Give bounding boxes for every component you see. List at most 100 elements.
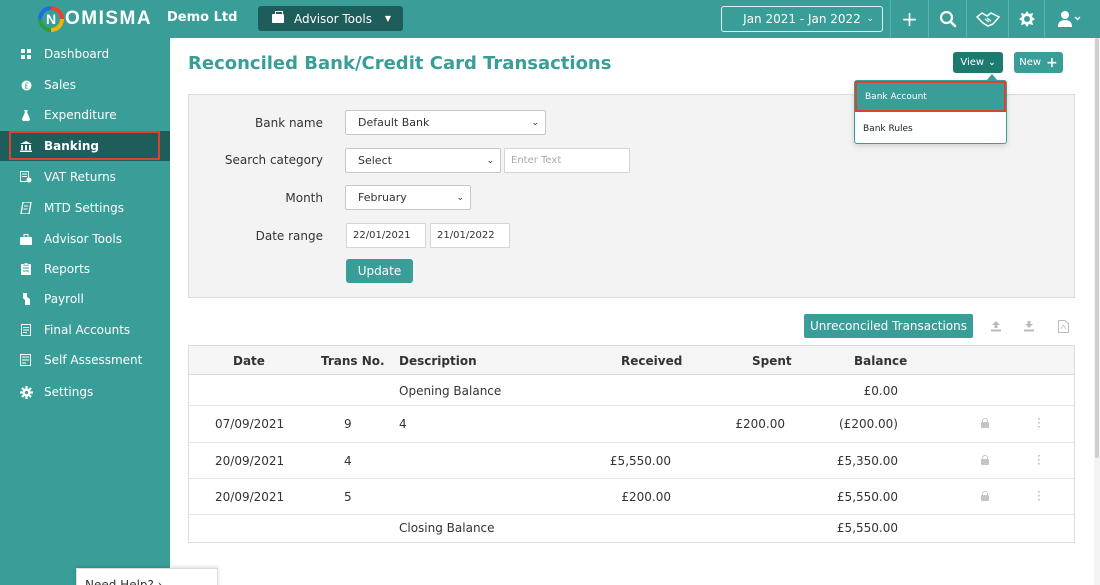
reports-icon [19,262,33,276]
col-balance: Balance [854,354,908,368]
nomisma-logo[interactable]: N OMISMA [38,5,152,33]
sidebar-item-advisor-tools[interactable]: Advisor Tools [0,224,170,254]
page-scrollbar[interactable] [1094,38,1100,585]
scrollbar-thumb[interactable] [1095,38,1099,458]
sidebar-item-label: Advisor Tools [44,232,122,246]
col-spent: Spent [752,354,792,368]
top-bar: N OMISMA Demo Ltd Advisor Tools ▼ Jan 20… [0,0,1100,38]
chevron-down-icon: ⌄ [866,14,874,24]
sidebar-item-payroll[interactable]: Payroll [0,284,170,314]
sidebar-item-final-accounts[interactable]: Final Accounts [0,315,170,345]
cell-trans-no[interactable]: 5 [344,490,352,504]
cell-date: 20/09/2021 [215,454,285,468]
sidebar-item-label: Final Accounts [44,323,131,337]
date-from-input[interactable]: 22/01/2021 [346,223,426,248]
cell-spent: £200.00 [735,417,785,431]
chevron-down-icon: ⌄ [988,57,996,68]
col-received: Received [621,354,683,368]
unreconciled-transactions-button[interactable]: Unreconciled Transactions [804,314,973,338]
sidebar-item-label: Reports [44,262,91,276]
payroll-icon [19,292,33,306]
sidebar-item-reports[interactable]: Reports [0,254,170,284]
opening-balance: £0.00 [863,384,898,398]
search-icon[interactable] [928,0,966,38]
month-label: Month [285,191,323,205]
cell-trans-no[interactable]: 4 [344,454,352,468]
bank-name-value: Default Bank [358,116,430,129]
col-description: Description [399,354,477,368]
advisor-tools-button[interactable]: Advisor Tools ▼ [258,6,403,31]
sidebar-item-dashboard[interactable]: Dashboard [0,39,170,69]
briefcase-icon [19,232,33,246]
col-trans-no: Trans No. [321,354,385,368]
date-to-input[interactable]: 21/01/2022 [430,223,510,248]
cell-date: 20/09/2021 [215,490,285,504]
more-options-icon[interactable]: · · · [1037,413,1041,433]
sales-icon: £ [19,78,33,92]
cell-received: £200.00 [621,490,671,504]
view-dropdown-menu: Bank Account Bank Rules [854,74,1007,144]
sidebar-item-label: Dashboard [44,47,110,61]
upload-icon[interactable] [989,319,1003,333]
search-text-input[interactable]: Enter Text [504,148,630,173]
col-date: Date [233,354,265,368]
cell-balance: £5,550.00 [836,490,898,504]
cell-trans-no[interactable]: 9 [344,417,352,431]
handshake-icon[interactable] [966,0,1008,38]
lock-icon [981,455,989,465]
bank-name-label: Bank name [255,116,323,130]
more-options-icon[interactable]: · · · [1037,486,1041,506]
sidebar-item-settings[interactable]: Settings [0,377,170,407]
search-category-value: Select [358,154,392,167]
update-button[interactable]: Update [346,259,413,283]
sidebar-item-label: Expenditure [44,108,117,122]
view-button[interactable]: View ⌄ [953,52,1003,73]
user-icon[interactable] [1044,0,1092,38]
opening-description: Opening Balance [399,384,502,398]
menu-item-bank-account[interactable]: Bank Account [855,81,1006,112]
sidebar-item-vat-returns[interactable]: VAT Returns [0,162,170,192]
sidebar-item-label: Settings [44,385,94,399]
vat-icon [19,170,33,184]
pdf-icon[interactable] [1056,319,1070,333]
crest-icon[interactable] [1008,0,1044,38]
table-row[interactable]: 07/09/2021 9 4 £200.00 (£200.00) · · · [189,406,1074,443]
sidebar-item-label: MTD Settings [44,201,124,215]
need-help-tab[interactable]: Need Help? › [76,568,218,585]
new-button[interactable]: New + [1014,52,1063,73]
view-button-label: View [960,57,985,68]
sidebar-item-expenditure[interactable]: Expenditure [0,100,170,130]
sidebar-item-label: Self Assessment [44,353,143,367]
date-range-select[interactable]: Jan 2021 - Jan 2022 ⌄ [721,6,883,32]
more-options-icon[interactable]: · · · [1037,450,1041,470]
sidebar-item-sales[interactable]: £ Sales [0,70,170,100]
advisor-tools-label: Advisor Tools [294,11,372,26]
chevron-down-icon: ⌄ [531,117,539,128]
lock-icon [981,491,989,501]
sidebar-item-banking[interactable]: Banking [0,131,170,161]
briefcase-icon [272,11,284,23]
transactions-table: Date Trans No. Description Received Spen… [188,345,1075,543]
cell-balance: £5,350.00 [836,454,898,468]
new-button-label: New [1019,57,1042,68]
download-icon[interactable] [1022,319,1036,333]
self-assessment-icon [19,353,33,367]
month-select[interactable]: February ⌄ [345,185,471,210]
final-accounts-icon [19,323,33,337]
table-header: Date Trans No. Description Received Spen… [189,346,1074,375]
logo-text: OMISMA [65,8,153,29]
lock-icon [981,418,989,428]
mtd-icon [19,201,33,215]
table-row[interactable]: 20/09/2021 4 £5,550.00 £5,350.00 · · · [189,443,1074,479]
menu-item-bank-rules[interactable]: Bank Rules [855,113,1006,144]
search-category-select[interactable]: Select ⌄ [345,148,501,173]
bank-name-select[interactable]: Default Bank ⌄ [345,110,546,135]
cell-received: £5,550.00 [609,454,671,468]
closing-description: Closing Balance [399,521,495,535]
opening-balance-row: Opening Balance £0.00 [189,376,1074,406]
plus-icon[interactable]: + [890,0,928,38]
sidebar-item-mtd-settings[interactable]: MTD Settings [0,193,170,223]
date-range-label: Jan 2021 - Jan 2022 [743,12,861,26]
table-row[interactable]: 20/09/2021 5 £200.00 £5,550.00 · · · [189,479,1074,515]
sidebar-item-self-assessment[interactable]: Self Assessment [0,345,170,375]
